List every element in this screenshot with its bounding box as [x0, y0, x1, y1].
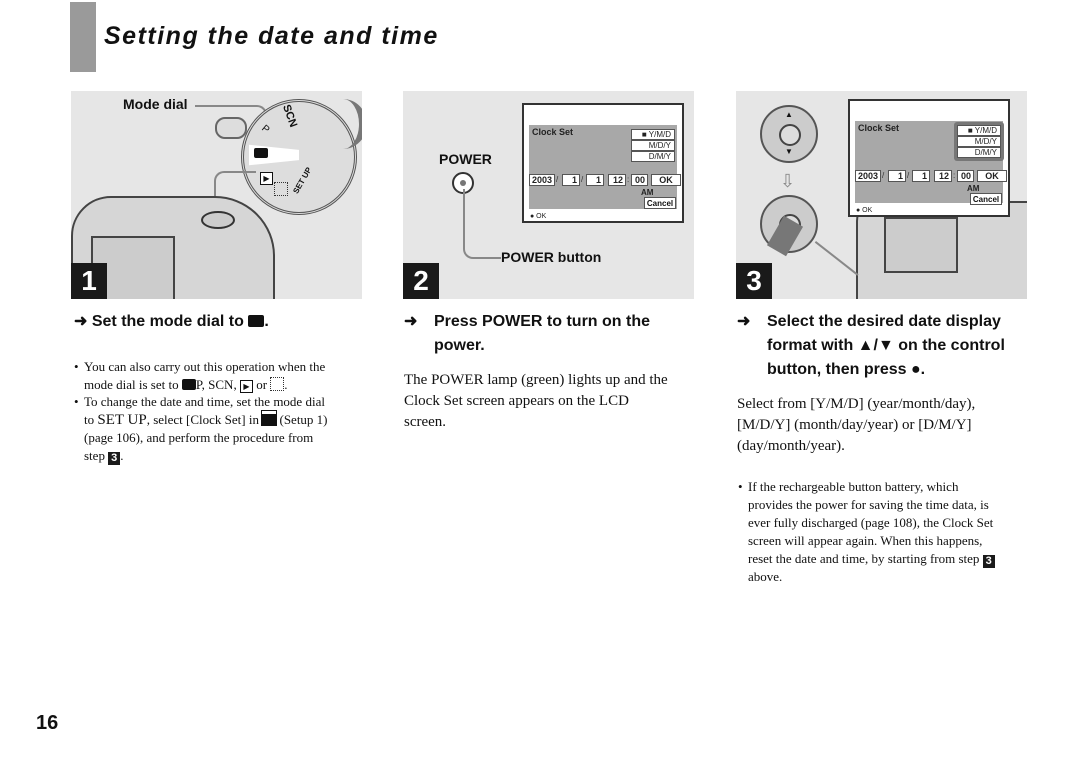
title-accent-bar	[70, 2, 96, 72]
ampm-indicator: AM	[641, 188, 654, 197]
heading-end: .	[264, 313, 269, 330]
setup-toolbox-icon	[261, 410, 278, 426]
ok-button[interactable]: OK	[977, 170, 1007, 182]
mode-dial-knob	[201, 211, 235, 229]
format-option-mdy[interactable]: M/D/Y	[957, 136, 1001, 147]
month-field[interactable]: 1	[562, 174, 580, 186]
bullet-line: You can also carry out this operation wh…	[84, 359, 326, 374]
bullet-line: step 3.	[84, 448, 124, 465]
dial-tab	[215, 117, 247, 139]
step-ref-badge: 3	[108, 452, 121, 465]
step-3-note: • If the rechargeable button battery, wh…	[738, 479, 995, 584]
minute-field[interactable]: 00	[957, 170, 974, 182]
ok-hint: ● OK	[856, 207, 873, 214]
day-field[interactable]: 1	[912, 170, 930, 182]
year-field[interactable]: 2003	[855, 170, 881, 182]
page-title: Setting the date and time	[104, 22, 439, 50]
date-separator: /	[882, 171, 885, 180]
bullet-line: To change the date and time, set the mod…	[84, 394, 325, 409]
heading-line: Press POWER to turn on the	[434, 313, 651, 330]
heading-line: Select the desired date display	[767, 313, 1001, 330]
power-label: POWER	[439, 151, 492, 167]
step-3-illustration: ▲ ▼ ⇩ Clock Set ■ Y/M/D M/D/Y D/M/Y 2003…	[736, 91, 1027, 299]
clock-set-title: Clock Set	[532, 127, 574, 137]
dial-label-setup: SET UP	[291, 165, 314, 196]
rotation-arrow-icon	[319, 99, 362, 149]
ampm-indicator: AM	[967, 184, 980, 193]
day-field[interactable]: 1	[586, 174, 604, 186]
down-arrow-icon: ▼	[785, 147, 793, 156]
dial-label-scn: SCN	[280, 103, 300, 129]
format-option-dmy[interactable]: D/M/Y	[957, 147, 1001, 158]
playback-icon: ▶	[260, 172, 273, 185]
heading-text: Set the mode dial to	[91, 313, 244, 330]
date-separator: /	[556, 175, 559, 184]
time-separator: :	[953, 171, 956, 180]
step-number-badge: 3	[736, 263, 772, 299]
power-leader-line	[463, 189, 501, 259]
arrow-icon: ➜	[404, 313, 418, 330]
format-option-dmy[interactable]: D/M/Y	[631, 151, 675, 162]
step-2-heading: ➜ Press POWER to turn on the power.	[404, 310, 704, 358]
movie-icon	[270, 377, 285, 391]
step-number-badge: 1	[71, 263, 107, 299]
step-1-illustration: Mode dial SCN P ▶ SET UP 1	[71, 91, 362, 299]
date-separator: /	[581, 175, 584, 184]
ok-hint: ● OK	[530, 213, 547, 220]
format-option-ymd[interactable]: ■ Y/M/D	[631, 129, 675, 140]
step-2-illustration: POWER POWER button Clock Set ■ Y/M/D M/D…	[403, 91, 694, 299]
camera-icon	[248, 315, 265, 327]
cancel-button[interactable]: Cancel	[970, 193, 1002, 205]
clock-set-title: Clock Set	[858, 123, 900, 133]
hour-field[interactable]: 12	[608, 174, 626, 186]
clock-set-screen: Clock Set ■ Y/M/D M/D/Y D/M/Y 2003 / 1 /…	[848, 99, 1010, 217]
year-field[interactable]: 2003	[529, 174, 555, 186]
down-arrow-icon: ⇩	[780, 171, 796, 191]
camera-icon	[181, 379, 196, 390]
hour-field[interactable]: 12	[934, 170, 952, 182]
step-3-body: Select from [Y/M/D] (year/month/day), [M…	[737, 396, 976, 454]
heading-line: format with ▲/▼ on the control	[767, 337, 1005, 354]
heading-line: power.	[434, 337, 485, 354]
playback-icon: ▶	[239, 380, 253, 393]
month-field[interactable]: 1	[888, 170, 906, 182]
heading-line: button, then press ●.	[767, 361, 926, 378]
step-3-heading: ➜ Select the desired date display format…	[737, 310, 1037, 382]
up-arrow-icon: ▲	[785, 110, 793, 119]
minute-field[interactable]: 00	[631, 174, 648, 186]
format-option-ymd[interactable]: ■ Y/M/D	[957, 125, 1001, 136]
movie-icon	[274, 182, 288, 196]
cancel-button[interactable]: Cancel	[644, 197, 676, 209]
format-option-mdy[interactable]: M/D/Y	[631, 140, 675, 151]
bullet-line: to SET UP, select [Clock Set] in (Setup …	[84, 410, 328, 428]
mode-dial-label: Mode dial	[123, 96, 188, 112]
page-number: 16	[36, 712, 59, 734]
date-separator: /	[907, 171, 910, 180]
camera-icon	[254, 148, 268, 158]
dial-label-p: P	[259, 123, 272, 136]
step-ref-badge: 3	[982, 555, 995, 568]
arrow-icon: ➜	[737, 313, 751, 330]
step-1-bullet-2: • To change the date and time, set the m…	[74, 393, 374, 465]
clock-set-screen: Clock Set ■ Y/M/D M/D/Y D/M/Y 2003 / 1 /…	[522, 103, 684, 223]
ok-button[interactable]: OK	[651, 174, 681, 186]
step-1-bullet-1: • You can also carry out this operation …	[74, 358, 374, 394]
bullet-line: mode dial is set to P, SCN, ▶ or .	[84, 377, 288, 393]
bullet-line: (page 106), and perform the procedure fr…	[84, 430, 314, 445]
control-button-icon: ▲ ▼	[760, 105, 818, 163]
step-number-badge: 2	[403, 263, 439, 299]
step-2-body: The POWER lamp (green) lights up and the…	[404, 372, 668, 430]
step-1-heading: ➜ Set the mode dial to .	[74, 310, 374, 334]
arrow-icon: ➜	[74, 313, 88, 330]
time-separator: :	[627, 175, 630, 184]
power-button-label: POWER button	[501, 249, 602, 265]
